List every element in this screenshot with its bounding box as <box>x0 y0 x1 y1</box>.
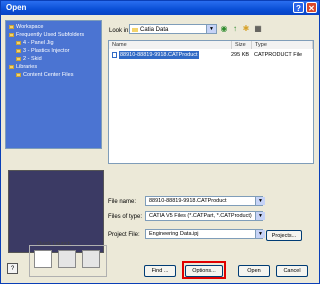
file-name-label: File name: <box>108 199 137 205</box>
project-file-select[interactable]: Engineering Data.ipj <box>145 229 263 239</box>
new-folder-icon[interactable]: ✱ <box>241 24 251 34</box>
column-name[interactable]: Name <box>109 41 232 49</box>
project-icon[interactable] <box>58 250 76 268</box>
library-icon[interactable] <box>82 250 100 268</box>
folder-icon <box>9 32 14 37</box>
tree-item-skid[interactable]: 2 - Skid <box>16 56 42 62</box>
column-type[interactable]: Type <box>252 41 313 49</box>
help-small-icon[interactable]: ? <box>7 263 18 274</box>
tree-item-content-center[interactable]: Content Center Files <box>16 72 73 78</box>
view-menu-icon[interactable]: ▦ <box>253 24 263 34</box>
up-folder-icon[interactable]: ↑ <box>230 24 240 34</box>
chevron-down-icon[interactable]: ▼ <box>255 197 265 205</box>
file-type: CATPRODUCT File <box>254 52 303 58</box>
tree-item-panel-jig[interactable]: 4 - Panel Jig <box>16 40 54 46</box>
quick-launch-group <box>29 245 107 277</box>
file-list[interactable]: Name Size Type 88910-88819-9918.CATProdu… <box>108 40 314 164</box>
folder-icon <box>9 24 14 29</box>
back-icon[interactable]: ◉ <box>219 24 229 34</box>
chevron-down-icon[interactable]: ▼ <box>206 25 216 33</box>
file-row[interactable]: 88910-88819-9918.CATProduct 295 KB CATPR… <box>111 51 314 59</box>
tree-item-workspace[interactable]: Workspace <box>9 24 43 30</box>
folder-icon <box>16 72 21 77</box>
projects-button[interactable]: Projects... <box>266 230 302 241</box>
help-icon[interactable]: ? <box>293 2 304 13</box>
folder-icon <box>16 40 21 45</box>
look-in-dropdown[interactable]: Catia Data ▼ <box>129 24 217 34</box>
file-type-label: Files of type: <box>108 214 143 220</box>
open-dialog: Open ? ✕ Workspace Frequently Used Subfo… <box>0 0 320 284</box>
tree-item-libraries[interactable]: Libraries <box>9 64 37 70</box>
tree-item-frequent[interactable]: Frequently Used Subfolders <box>9 32 84 38</box>
file-type-select[interactable]: CATIA V5 Files (*.CATPart, *.CATProduct) <box>145 211 263 221</box>
close-icon[interactable]: ✕ <box>306 2 317 13</box>
column-size[interactable]: Size <box>232 41 252 49</box>
tree-item-plastics-injector[interactable]: 3 - Plastics Injector <box>16 48 69 54</box>
folder-icon <box>16 56 21 61</box>
look-in-value: Catia Data <box>140 27 169 33</box>
new-file-icon[interactable] <box>34 250 52 268</box>
open-button[interactable]: Open <box>238 265 270 277</box>
title-bar[interactable]: Open ? ✕ <box>1 1 319 15</box>
chevron-down-icon[interactable]: ▼ <box>255 212 265 220</box>
file-size: 295 KB <box>231 52 250 58</box>
file-name: 88910-88819-9918.CATProduct <box>119 51 199 59</box>
find-button[interactable]: Find ... <box>144 265 176 277</box>
left-panel: Workspace Frequently Used Subfolders 4 -… <box>5 20 104 263</box>
look-in-label: Look in: <box>109 28 131 34</box>
chevron-down-icon[interactable]: ▼ <box>255 230 265 238</box>
folder-tree[interactable]: Workspace Frequently Used Subfolders 4 -… <box>5 20 102 149</box>
folder-icon <box>9 64 14 69</box>
window-title: Open <box>6 3 27 12</box>
folder-icon <box>132 28 138 32</box>
nav-toolbar: ◉ ↑ ✱ ▦ <box>219 24 281 34</box>
file-name-input[interactable]: 88910-88819-9918.CATProduct <box>145 196 263 206</box>
catproduct-file-icon <box>112 52 117 58</box>
options-highlight-box <box>182 261 226 279</box>
cancel-button[interactable]: Cancel <box>276 265 308 277</box>
project-file-label: Project File: <box>108 232 140 238</box>
folder-icon <box>16 48 21 53</box>
